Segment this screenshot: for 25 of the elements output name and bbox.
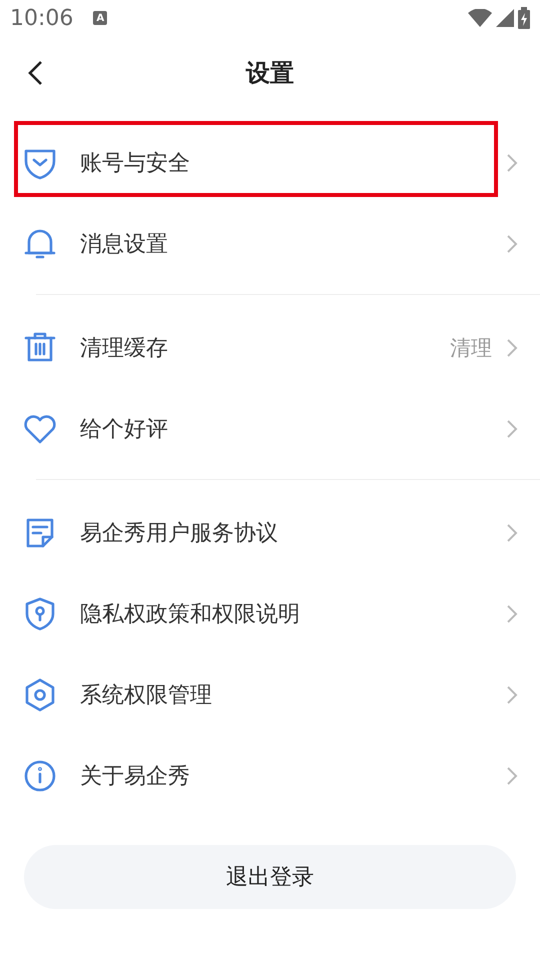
settings-item[interactable]: 给个好评 bbox=[0, 388, 540, 469]
logout-button[interactable]: 退出登录 bbox=[24, 845, 516, 909]
chevron-icon bbox=[506, 684, 518, 704]
settings-item[interactable]: 系统权限管理 bbox=[0, 654, 540, 735]
item-value: 清理 bbox=[450, 334, 492, 362]
notification-icon: A bbox=[93, 11, 108, 25]
chevron-icon bbox=[506, 338, 518, 358]
settings-item[interactable]: 清理缓存 清理 bbox=[0, 307, 540, 388]
settings-item[interactable]: 易企秀用户服务协议 bbox=[0, 492, 540, 573]
chevron-icon bbox=[506, 418, 518, 438]
chevron-icon bbox=[506, 604, 518, 624]
battery-icon bbox=[518, 7, 530, 29]
signal-icon bbox=[496, 9, 514, 27]
settings-item[interactable]: 关于易企秀 bbox=[0, 735, 540, 816]
chevron-icon bbox=[506, 234, 518, 254]
settings-item[interactable]: 隐私权政策和权限说明 bbox=[0, 573, 540, 654]
chevron-icon bbox=[506, 522, 518, 542]
chevron-icon bbox=[506, 152, 518, 172]
page-title: 设置 bbox=[246, 58, 294, 89]
chevron-icon bbox=[506, 766, 518, 786]
settings-item[interactable]: 账号与安全 bbox=[0, 122, 540, 203]
settings-item[interactable]: 消息设置 bbox=[0, 203, 540, 284]
wifi-icon bbox=[468, 9, 492, 27]
info-icon bbox=[22, 758, 58, 794]
status-time: 10:06 bbox=[10, 6, 74, 30]
